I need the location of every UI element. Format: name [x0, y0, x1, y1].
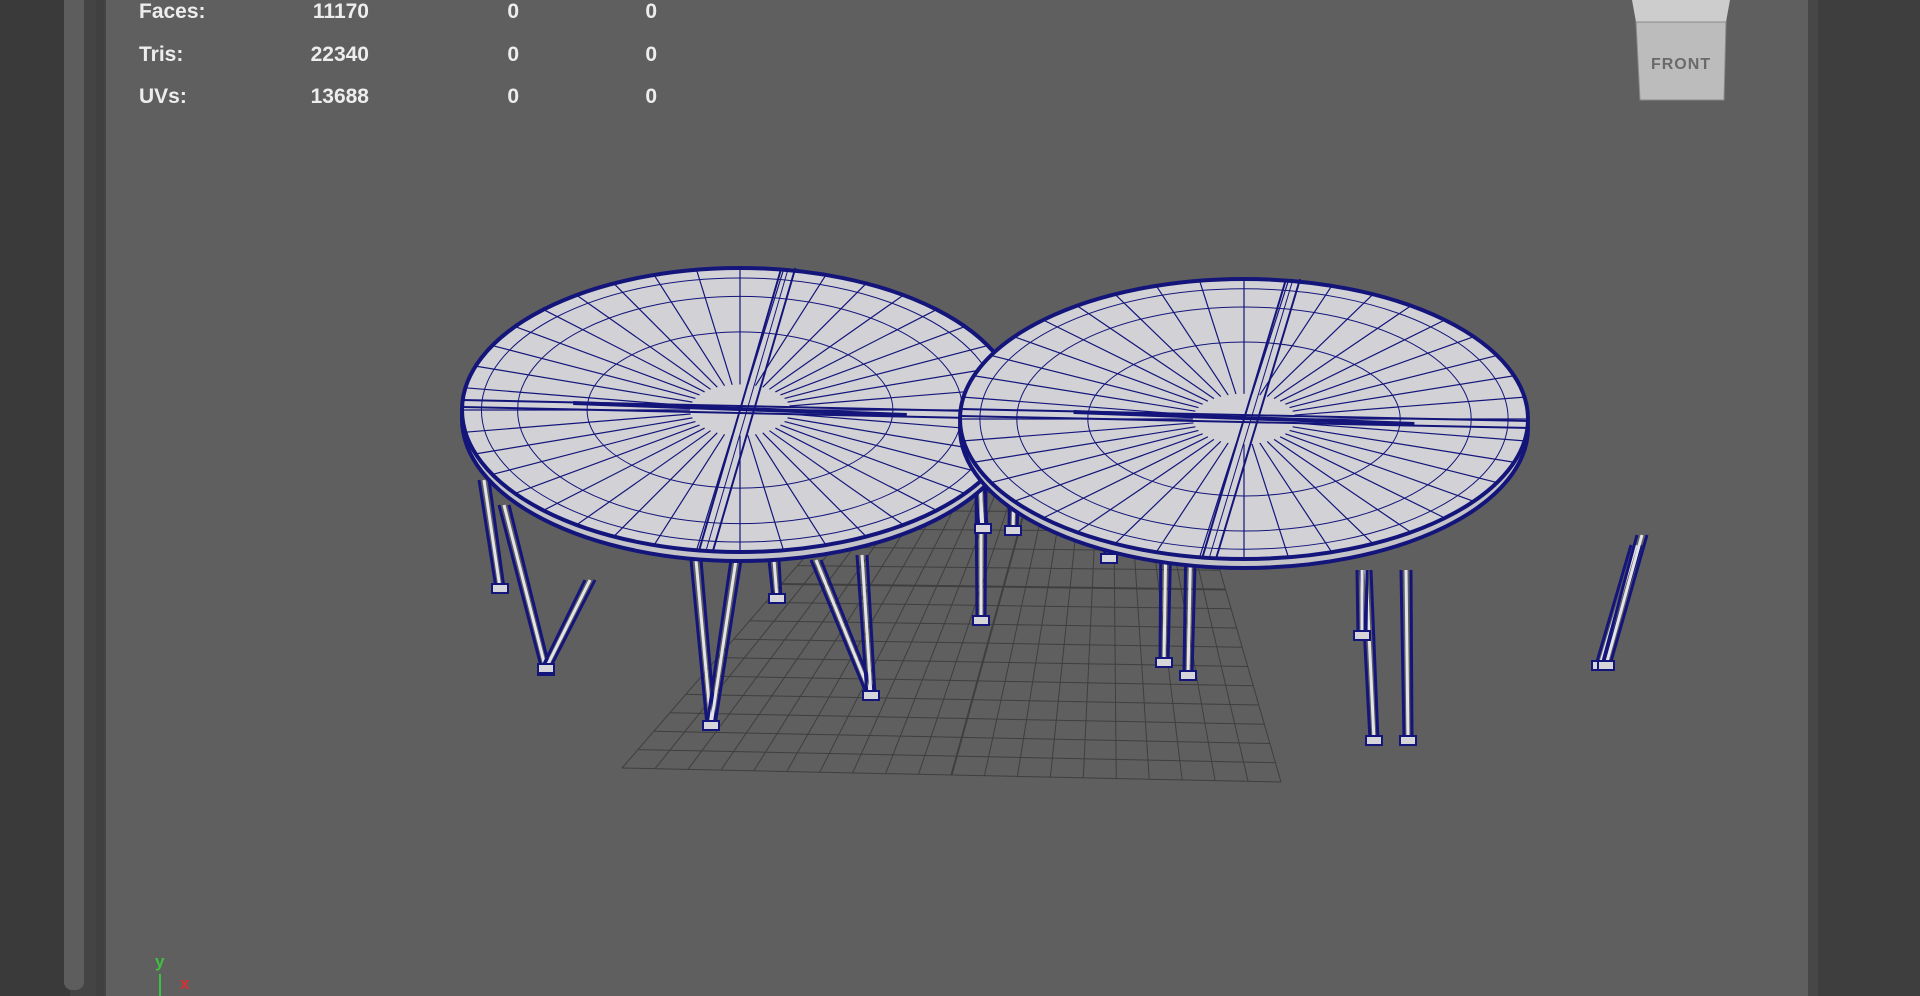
view-cube-icon — [1632, 0, 1730, 101]
hud-value: 0 — [507, 43, 519, 66]
right-panel — [1818, 0, 1920, 996]
left-scrollbar[interactable] — [64, 0, 84, 990]
hud-value: 0 — [507, 0, 519, 23]
hud-label: Faces: — [139, 0, 206, 23]
axis-y-label: y — [155, 952, 165, 971]
hud-label: Tris: — [139, 43, 184, 66]
hud-value: 0 — [645, 85, 657, 108]
axis-y-line — [159, 974, 161, 996]
hud-value: 0 — [645, 0, 657, 23]
hud-label: UVs: — [139, 85, 187, 108]
view-cube-face-label[interactable]: FRONT — [1626, 56, 1736, 74]
table-right — [958, 277, 1649, 746]
view-cube[interactable]: FRONT — [1626, 0, 1736, 104]
scene-canvas[interactable] — [106, 0, 1808, 996]
3d-viewport[interactable]: Faces: 11170 0 0 Tris: 22340 0 0 UVs: 13… — [106, 0, 1808, 996]
left-panel — [0, 0, 70, 996]
table-leg — [767, 559, 786, 604]
table-leg — [477, 479, 509, 594]
panel-divider[interactable] — [96, 0, 104, 996]
hud-value: 0 — [645, 43, 657, 66]
table-leg — [1597, 534, 1649, 671]
hud-value: 11170 — [312, 0, 369, 23]
table-leg — [1359, 569, 1383, 746]
table-top-wireframe — [959, 278, 1529, 560]
axis-x-label: x — [180, 974, 190, 993]
table-leg — [537, 579, 597, 674]
hud-value: 13688 — [310, 85, 369, 108]
axis-indicator: y x — [146, 952, 206, 996]
table-leg — [1399, 569, 1417, 746]
table-top-wireframe — [461, 267, 1019, 553]
hud-value: 0 — [507, 85, 519, 108]
hud-value: 22340 — [310, 43, 369, 66]
panel-divider[interactable] — [1808, 0, 1818, 996]
